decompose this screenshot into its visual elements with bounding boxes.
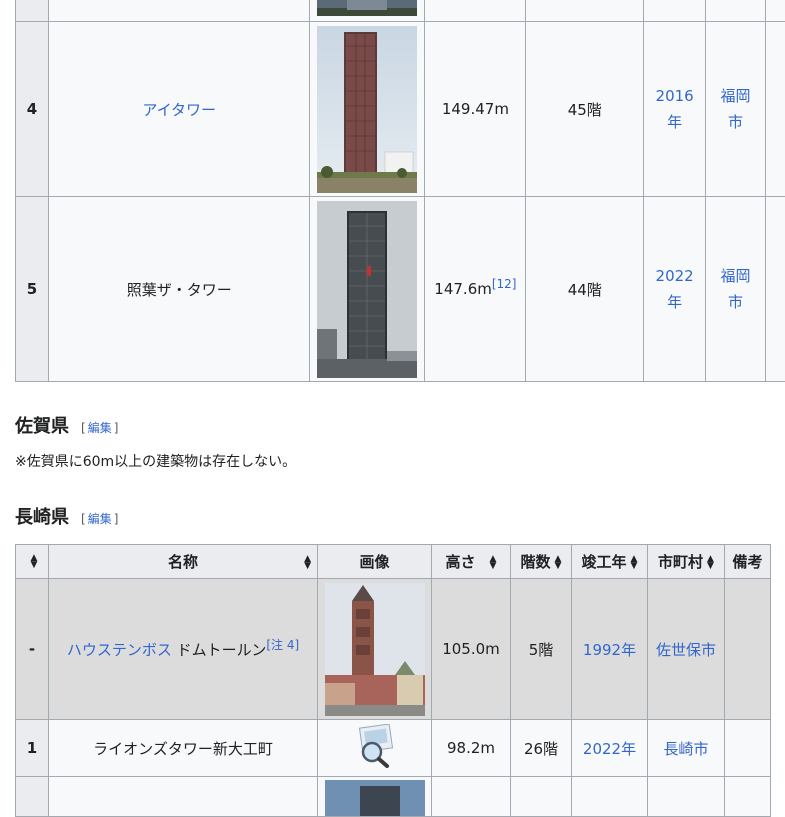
name-cell: アイタワー [48, 22, 310, 197]
rank-cell: - [16, 579, 49, 720]
sort-arrows-icon[interactable]: ▲▼ [490, 556, 497, 570]
sort-arrows-icon[interactable]: ▲▼ [304, 556, 311, 570]
floors-cell: 44階 [526, 197, 644, 382]
image-cell [318, 579, 432, 720]
building-photo[interactable] [317, 201, 417, 378]
table-row: 1 ライオンズタワー新大工町 98.2m 26階 2022年 長崎市 [16, 720, 771, 777]
notes-cell [725, 720, 771, 777]
header-image: 画像 [318, 545, 432, 579]
floors-cell: 26階 [511, 720, 572, 777]
reference-link[interactable]: [12] [492, 277, 517, 291]
height-cell: 98.2m [432, 720, 511, 777]
year-link[interactable]: 1992年 [583, 641, 636, 659]
notes-cell [725, 579, 771, 720]
city-cell: 長崎市 [648, 720, 725, 777]
city-link[interactable]: 福岡市 [721, 267, 751, 311]
year-cell: 1992年 [572, 579, 648, 720]
building-photo[interactable] [325, 583, 425, 716]
year-cell: 2016年 [644, 22, 706, 197]
rank-cell [16, 777, 49, 817]
table-row-partial [16, 777, 771, 817]
sort-header-floors[interactable]: 階数▲▼ [511, 545, 572, 579]
edit-section-nagasaki: [編集] [81, 512, 118, 526]
building-photo[interactable] [317, 0, 417, 16]
saga-note: ※佐賀県に60m以上の建築物は存在しない。 [15, 451, 296, 471]
fukuoka-buildings-table: 4 アイタワー [15, 0, 785, 382]
image-cell [318, 720, 432, 777]
height-cell: 147.6m[12] [425, 197, 526, 382]
sort-header-height[interactable]: 高さ▲▼ [432, 545, 511, 579]
image-placeholder-icon[interactable] [353, 724, 397, 768]
image-cell [310, 22, 425, 197]
note-reference-link[interactable]: [注 4] [266, 638, 299, 652]
table-row-partial [16, 0, 785, 22]
section-heading-nagasaki: 長崎県[編集] [15, 503, 118, 529]
building-name-link[interactable]: アイタワー [142, 101, 216, 119]
floors-cell: 5階 [511, 579, 572, 720]
sort-header-name[interactable]: 名称▲▼ [49, 545, 318, 579]
year-cell: 2022年 [644, 197, 706, 382]
year-link[interactable]: 2022年 [583, 740, 636, 758]
rank-cell [16, 0, 49, 22]
header-notes: 備考 [725, 545, 771, 579]
notes-cell [766, 22, 785, 197]
city-cell: 福岡市 [706, 197, 766, 382]
name-cell [49, 777, 318, 817]
year-link[interactable]: 2022年 [656, 267, 694, 311]
year-link[interactable]: 2016年 [656, 87, 694, 131]
sort-header-city[interactable]: 市町村▲▼ [648, 545, 725, 579]
header-row: ▲▼ 名称▲▼ 画像 高さ▲▼ 階数▲▼ 竣工年▲▼ 市町村▲▼ 備考 [16, 545, 771, 579]
image-cell [310, 197, 425, 382]
name-cell [48, 0, 310, 22]
city-link[interactable]: 佐世保市 [656, 641, 716, 659]
sort-header-rank[interactable]: ▲▼ [16, 545, 49, 579]
floors-cell: 45階 [526, 22, 644, 197]
rank-cell: 1 [16, 720, 49, 777]
edit-link[interactable]: 編集 [88, 421, 112, 435]
table-row: - ハウステンボス ドムトールン[注 4] 105.0m 5階 1992年 佐世… [16, 579, 771, 720]
nagasaki-buildings-table: ▲▼ 名称▲▼ 画像 高さ▲▼ 階数▲▼ 竣工年▲▼ 市町村▲▼ 備考 - ハウ… [15, 544, 771, 817]
sort-arrows-icon[interactable]: ▲▼ [555, 556, 562, 570]
building-photo[interactable] [317, 26, 417, 193]
sort-header-year[interactable]: 竣工年▲▼ [572, 545, 648, 579]
table-row: 5 照葉ザ・タワー 147.6m[12] [16, 197, 785, 382]
rank-cell: 5 [16, 197, 49, 382]
edit-link[interactable]: 編集 [88, 512, 112, 526]
city-link[interactable]: 長崎市 [663, 740, 708, 758]
table-row: 4 アイタワー [16, 22, 785, 197]
rank-cell: 4 [16, 22, 49, 197]
section-heading-saga: 佐賀県[編集] [15, 412, 118, 438]
building-photo[interactable] [325, 780, 425, 816]
sort-arrows-icon[interactable]: ▲▼ [31, 555, 38, 569]
name-cell: 照葉ザ・タワー [48, 197, 310, 382]
building-name-link[interactable]: ハウステンボス [67, 641, 172, 659]
name-cell: ハウステンボス ドムトールン[注 4] [49, 579, 318, 720]
city-link[interactable]: 福岡市 [721, 87, 751, 131]
sort-arrows-icon[interactable]: ▲▼ [631, 556, 638, 570]
height-cell: 105.0m [432, 579, 511, 720]
sort-arrows-icon[interactable]: ▲▼ [707, 556, 714, 570]
year-cell: 2022年 [572, 720, 648, 777]
image-cell [318, 777, 432, 817]
edit-section-saga: [編集] [81, 421, 118, 435]
height-cell: 149.47m [425, 22, 526, 197]
city-cell: 福岡市 [706, 22, 766, 197]
name-cell: ライオンズタワー新大工町 [49, 720, 318, 777]
notes-cell [766, 197, 785, 382]
image-cell [310, 0, 425, 22]
city-cell: 佐世保市 [648, 579, 725, 720]
